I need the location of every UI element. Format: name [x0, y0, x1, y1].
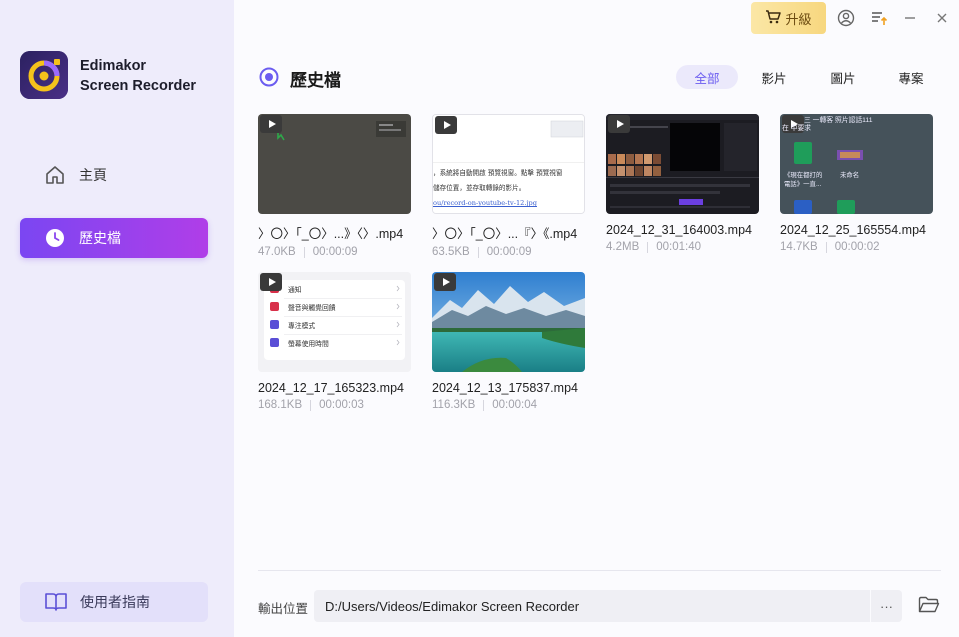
video-thumbnail[interactable]: 通知 聲音與觸覺回饋 專注模式 螢幕使用時間 — [258, 272, 411, 372]
minimize-icon[interactable] — [900, 8, 920, 28]
user-guide-button[interactable]: 使用者指南 — [20, 582, 208, 622]
video-thumbnail[interactable]: ，系統將自動開啟 預覽視窗。點擊 預覽視窗 儲存位置，並存取轉錄的影片。 ou/… — [432, 114, 585, 214]
footer-divider — [258, 570, 941, 571]
file-meta: 14.7KB 00:00:02 — [780, 241, 933, 253]
thumb-doc-link: ou/record-on-youtube-tv-12.jpg — [433, 199, 537, 207]
sidebar-item-home-label: 主頁 — [79, 167, 107, 183]
play-icon — [608, 115, 630, 133]
upgrade-label: 升級 — [785, 11, 812, 27]
file-card[interactable]: 通知 聲音與觸覺回饋 專注模式 螢幕使用時間 2024_12_17_165323… — [258, 272, 411, 411]
thumb-settings-item: 聲音與觸覺回饋 — [288, 305, 336, 312]
thumb-settings-item: 專注模式 — [288, 323, 316, 330]
book-icon — [44, 590, 68, 614]
thumb-settings-item: 通知 — [288, 287, 302, 294]
thumb-doc-line2: 儲存位置，並存取轉錄的影片。 — [433, 184, 526, 192]
file-duration: 00:00:09 — [312, 246, 358, 258]
sidebar-item-history-label: 歷史檔 — [79, 230, 121, 246]
thumb-desktop-label3: 未命名 — [840, 172, 860, 179]
file-name: 〉〇〉「_〇〉...『〉《.mp4 — [432, 227, 578, 241]
home-icon — [43, 163, 67, 187]
play-icon — [435, 116, 457, 134]
open-folder-icon[interactable] — [918, 596, 942, 616]
file-duration: 00:00:03 — [319, 399, 364, 411]
tab-all[interactable]: 全部 — [676, 65, 738, 89]
file-card[interactable]: 三 一轉客 照片認話111 在 中要求 《現在都打的 電話》一直... 未命名 … — [780, 114, 933, 253]
file-name: 2024_12_17_165323.mp4 — [258, 381, 404, 395]
tab-images[interactable]: 圖片 — [812, 65, 874, 89]
file-card[interactable]: 2024_12_13_175837.mp4 116.3KB 00:00:04 — [432, 272, 585, 411]
sidebar-item-history[interactable]: 歷史檔 — [20, 218, 208, 258]
thumb-desktop-label2: 電話》一直... — [784, 181, 822, 188]
cart-icon — [765, 9, 782, 27]
video-thumbnail[interactable] — [258, 114, 411, 214]
app-name-line2: Screen Recorder — [80, 78, 197, 94]
file-card[interactable]: ，系統將自動開啟 預覽視窗。點擊 預覽視窗 儲存位置，並存取轉錄的影片。 ou/… — [432, 114, 585, 258]
file-name: 〉〇〉「_〇〉...》〈〉.mp4 — [258, 227, 404, 241]
file-size: 14.7KB — [780, 241, 818, 253]
user-guide-label: 使用者指南 — [80, 594, 150, 610]
video-thumbnail[interactable]: 三 一轉客 照片認話111 在 中要求 《現在都打的 電話》一直... 未命名 — [780, 114, 933, 214]
upgrade-button[interactable]: 升級 — [751, 2, 826, 34]
app-name-line1: Edimakor — [80, 58, 147, 74]
file-duration: 00:00:02 — [834, 241, 880, 253]
play-icon — [260, 273, 282, 291]
sidebar: Edimakor Screen Recorder 主頁 歷史檔 使用者指南 — [0, 0, 234, 637]
file-duration: 00:00:04 — [492, 399, 538, 411]
thumb-desktop-sub: 在 中要求 — [782, 125, 812, 132]
update-list-icon[interactable] — [869, 8, 889, 28]
file-size: 116.3KB — [432, 399, 476, 411]
close-icon[interactable] — [932, 8, 952, 28]
output-path-field[interactable]: D:/Users/Videos/Edimakor Screen Recorder — [314, 590, 870, 622]
file-size: 63.5KB — [432, 246, 470, 258]
app-name: Edimakor Screen Recorder — [80, 56, 196, 96]
file-name: 2024_12_13_175837.mp4 — [432, 381, 578, 395]
history-radio-icon — [259, 67, 279, 87]
file-card[interactable]: 2024_12_31_164003.mp4 4.2MB 00:01:40 — [606, 114, 759, 253]
file-name: 2024_12_31_164003.mp4 — [606, 223, 752, 237]
file-size: 4.2MB — [606, 241, 640, 253]
video-thumbnail[interactable] — [432, 272, 585, 372]
file-card[interactable]: 〉〇〉「_〇〉...》〈〉.mp4 47.0KB 00:00:09 — [258, 114, 411, 258]
tab-projects[interactable]: 專案 — [880, 65, 942, 89]
play-icon — [434, 273, 456, 291]
output-location-label: 輸出位置 — [258, 602, 309, 616]
file-meta: 63.5KB 00:00:09 — [432, 246, 585, 258]
page-title: 歷史檔 — [290, 71, 341, 90]
thumb-doc-line1: ，系統將自動開啟 預覽視窗。點擊 預覽視窗 — [433, 169, 563, 177]
file-meta: 116.3KB 00:00:04 — [432, 399, 585, 411]
file-duration: 00:00:09 — [486, 246, 532, 258]
file-meta: 168.1KB 00:00:03 — [258, 399, 411, 411]
file-name: 2024_12_25_165554.mp4 — [780, 223, 926, 237]
thumb-settings-item: 螢幕使用時間 — [288, 341, 329, 348]
file-meta: 4.2MB 00:01:40 — [606, 241, 759, 253]
thumb-desktop-top: 三 一轉客 照片認話111 — [804, 117, 873, 124]
clock-icon — [43, 226, 67, 250]
play-icon — [260, 115, 282, 133]
tab-videos[interactable]: 影片 — [743, 65, 805, 89]
sidebar-item-home[interactable]: 主頁 — [20, 155, 208, 195]
file-size: 47.0KB — [258, 246, 296, 258]
video-thumbnail[interactable] — [606, 114, 759, 214]
thumb-desktop-label1: 《現在都打的 — [784, 172, 823, 179]
file-size: 168.1KB — [258, 399, 303, 411]
file-meta: 47.0KB 00:00:09 — [258, 246, 411, 258]
account-icon[interactable] — [836, 8, 856, 28]
file-duration: 00:01:40 — [656, 241, 702, 253]
app-logo-icon — [20, 51, 68, 99]
browse-more-button[interactable]: ··· — [871, 590, 902, 622]
